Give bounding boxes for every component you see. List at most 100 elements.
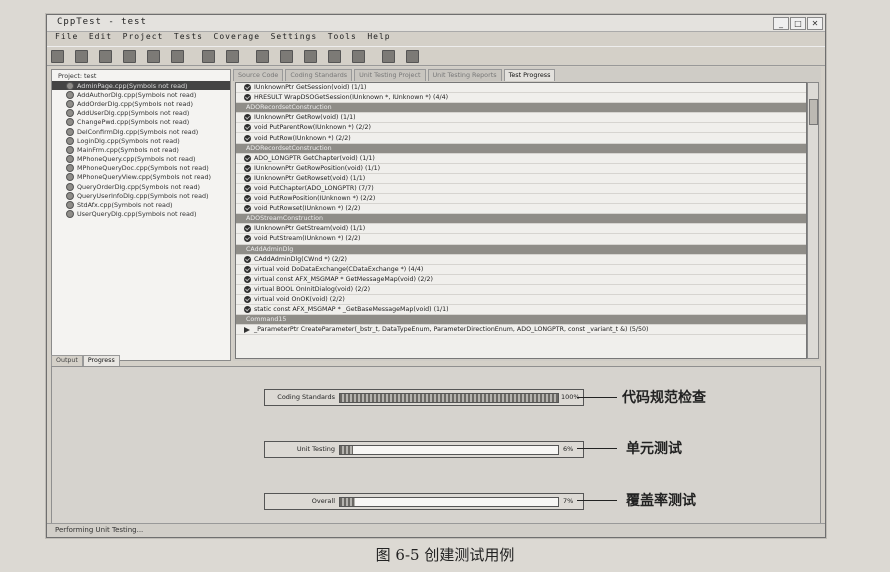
- status-text: Performing Unit Testing...: [55, 526, 144, 534]
- test-row[interactable]: virtual void DoDataExchange(CDataExchang…: [236, 265, 806, 275]
- help-icon[interactable]: [406, 50, 420, 63]
- file-icon: [66, 99, 74, 108]
- tree-item[interactable]: MainFrm.cpp(Symbols not read): [52, 145, 230, 154]
- tree-item[interactable]: AddUserDlg.cpp(Symbols not read): [52, 109, 230, 118]
- passed-check-icon: [244, 296, 251, 304]
- tree-root[interactable]: Project: test: [52, 70, 230, 81]
- minimize-button[interactable]: _: [773, 17, 789, 30]
- menu-file[interactable]: File: [55, 32, 78, 41]
- stub-icon[interactable]: [352, 50, 366, 63]
- tree-item[interactable]: MPhoneQueryView.cpp(Symbols not read): [52, 173, 230, 182]
- menu-project[interactable]: Project: [123, 32, 164, 41]
- test-group-row[interactable]: CAddAdminDlg: [236, 244, 806, 255]
- test-row-label: void PutRowset(IUnknown *) (2/2): [254, 205, 361, 213]
- passed-check-icon: [244, 285, 251, 293]
- test-row[interactable]: void PutChapter(ADO_LONGPTR) (7/7): [236, 184, 806, 195]
- tree-item[interactable]: QueryUserInfoDlg.cpp(Symbols not read): [52, 191, 230, 200]
- annotation-unit-testing: 单元测试: [626, 441, 682, 457]
- tree-item[interactable]: AddAuthorDlg.cpp(Symbols not read): [52, 90, 230, 99]
- passed-check-icon: [244, 235, 251, 243]
- tree-item[interactable]: LoginDlg.cpp(Symbols not read): [52, 136, 230, 145]
- test-row[interactable]: void PutRowset(IUnknown *) (2/2): [236, 204, 806, 215]
- tree-item[interactable]: StdAfx.cpp(Symbols not read): [52, 200, 230, 210]
- test-row[interactable]: IUnknownPtr GetSession(void) (1/1): [236, 83, 806, 94]
- test-row[interactable]: IUnknownPtr GetRowPosition(void) (1/1): [236, 164, 806, 174]
- file-icon: [66, 136, 74, 145]
- stop-icon[interactable]: [225, 50, 239, 63]
- test-row[interactable]: virtual const AFX_MSGMAP * GetMessageMap…: [236, 275, 806, 285]
- test-row-label: virtual const AFX_MSGMAP * GetMessageMap…: [254, 275, 433, 283]
- tree-item[interactable]: AddOrderDlg.cpp(Symbols not read): [52, 99, 230, 108]
- test-row[interactable]: IUnknownPtr GetRow(void) (1/1): [236, 113, 806, 124]
- test-row[interactable]: virtual BOOL OnInitDialog(void) (2/2): [236, 285, 806, 295]
- menu-coverage[interactable]: Coverage: [214, 32, 261, 41]
- test-group-row[interactable]: ADORecordsetConstruction: [236, 143, 806, 154]
- open-icon[interactable]: [75, 50, 89, 63]
- test-row[interactable]: IUnknownPtr GetStream(void) (1/1): [236, 224, 806, 235]
- progress-value: 6%: [563, 445, 574, 453]
- vertical-scrollbar[interactable]: [807, 82, 819, 359]
- tree-item-label: AdminPage.cpp(Symbols not read): [77, 81, 188, 90]
- results-panel: Source Code Coding Standards Unit Testin…: [233, 67, 821, 361]
- tree-item-label: MPhoneQuery.cpp(Symbols not read): [77, 155, 196, 164]
- current-test-row[interactable]: _ParameterPtr CreateParameter(_bstr_t, D…: [236, 325, 806, 336]
- tree-item[interactable]: MPhoneQueryDoc.cpp(Symbols not read): [52, 164, 230, 173]
- passed-check-icon: [244, 154, 251, 162]
- coverage-icon[interactable]: [303, 50, 317, 63]
- test-row-label: virtual void DoDataExchange(CDataExchang…: [254, 265, 424, 273]
- settings-icon[interactable]: [171, 50, 185, 63]
- test-row[interactable]: IUnknownPtr GetRowset(void) (1/1): [236, 174, 806, 184]
- menu-tools[interactable]: Tools: [328, 32, 357, 41]
- test-row[interactable]: ADO_LONGPTR GetChapter(void) (1/1): [236, 154, 806, 164]
- test-group-row[interactable]: ADORecordsetConstruction: [236, 103, 806, 114]
- test-row-label: CAddAdminDlg(CWnd *) (2/2): [254, 255, 347, 263]
- coding-standards-icon[interactable]: [255, 50, 269, 63]
- tree-item[interactable]: QueryOrderDlg.cpp(Symbols not read): [52, 182, 230, 191]
- tab-unit-testing-project[interactable]: Unit Testing Project: [354, 69, 426, 81]
- test-row[interactable]: void PutRow(IUnknown *) (2/2): [236, 133, 806, 144]
- run-icon[interactable]: [201, 50, 215, 63]
- menu-tests[interactable]: Tests: [174, 32, 203, 41]
- tab-source-code[interactable]: Source Code: [233, 69, 284, 81]
- menu-edit[interactable]: Edit: [89, 32, 112, 41]
- new-icon[interactable]: [51, 50, 64, 63]
- progress-bar: [339, 393, 559, 403]
- tab-unit-testing-reports[interactable]: Unit Testing Reports: [427, 69, 502, 81]
- tree-item-label: DelConfirmDlg.cpp(Symbols not read): [77, 127, 199, 136]
- test-row[interactable]: static const AFX_MSGMAP * _GetBaseMessag…: [236, 305, 806, 316]
- test-row[interactable]: CAddAdminDlg(CWnd *) (2/2): [236, 255, 806, 265]
- figure-caption: 图 6-5 创建测试用例: [375, 546, 515, 564]
- report-icon[interactable]: [328, 50, 342, 63]
- tree-item[interactable]: ChangePwd.cpp(Symbols not read): [52, 118, 230, 127]
- options-icon[interactable]: [382, 50, 396, 63]
- test-row[interactable]: void PutStream(IUnknown *) (2/2): [236, 234, 806, 245]
- menu-settings[interactable]: Settings: [271, 32, 318, 41]
- tab-coding-standards[interactable]: Coding Standards: [285, 69, 353, 81]
- save-icon[interactable]: [99, 50, 113, 63]
- tree-item[interactable]: DelConfirmDlg.cpp(Symbols not read): [52, 127, 230, 136]
- tree-item[interactable]: AdminPage.cpp(Symbols not read): [52, 81, 230, 91]
- close-button[interactable]: ✕: [807, 17, 823, 30]
- tree-item[interactable]: UserQueryDlg.cpp(Symbols not read): [52, 210, 230, 219]
- tab-test-progress[interactable]: Test Progress: [503, 69, 556, 81]
- maximize-button[interactable]: □: [790, 17, 806, 30]
- test-row[interactable]: void PutRowPosition(IUnknown *) (2/2): [236, 194, 806, 205]
- test-group-row[interactable]: ADOStreamConstruction: [236, 214, 806, 225]
- unit-test-icon[interactable]: [279, 50, 293, 63]
- scrollbar-thumb[interactable]: [809, 99, 818, 125]
- file-icon: [66, 81, 74, 90]
- test-row[interactable]: virtual void OnOK(void) (2/2): [236, 295, 806, 306]
- test-row-label: void PutParentRow(IUnknown *) (2/2): [254, 124, 371, 132]
- tree-item-label: AddUserDlg.cpp(Symbols not read): [77, 109, 190, 118]
- test-row[interactable]: void PutParentRow(IUnknown *) (2/2): [236, 123, 806, 134]
- test-group-row[interactable]: Command15: [236, 315, 806, 326]
- tab-progress[interactable]: Progress: [82, 355, 120, 366]
- progress-overall: Overall 7%: [264, 493, 584, 510]
- paste-icon[interactable]: [147, 50, 161, 63]
- menu-help[interactable]: Help: [367, 32, 390, 41]
- tab-output[interactable]: Output: [51, 355, 83, 366]
- copy-icon[interactable]: [123, 50, 137, 63]
- tree-item[interactable]: MPhoneQuery.cpp(Symbols not read): [52, 155, 230, 164]
- test-row-label: virtual void OnOK(void) (2/2): [254, 296, 345, 304]
- test-row[interactable]: HRESULT WrapDSOGetSession(IUnknown *, IU…: [236, 93, 806, 104]
